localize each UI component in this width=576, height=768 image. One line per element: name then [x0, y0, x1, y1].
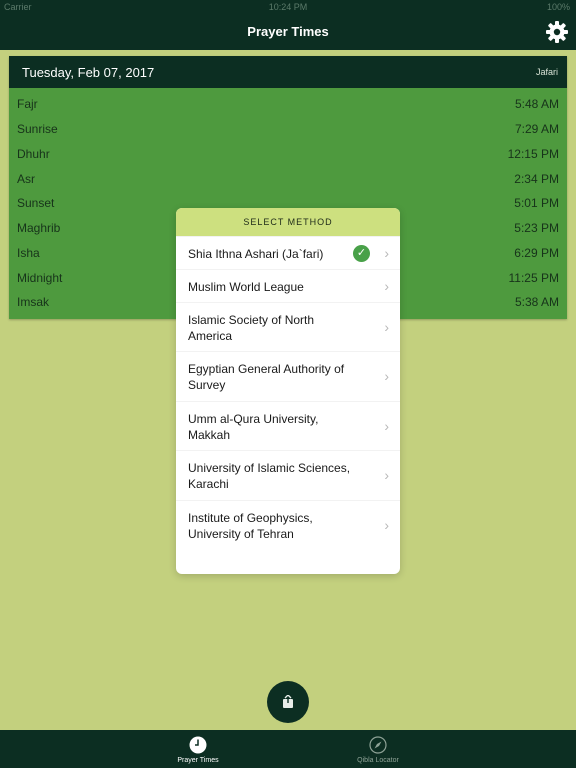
tab-prayer-times[interactable]: Prayer Times: [138, 730, 258, 768]
method-option-karachi[interactable]: University of Islamic Sciences, Karachi …: [176, 450, 400, 501]
checkmark-icon: ✓: [353, 245, 370, 262]
method-option-label: Muslim World League: [188, 280, 304, 294]
chevron-right-icon: ›: [384, 245, 389, 261]
prayer-name: Maghrib: [17, 221, 61, 235]
method-option-label: University of Islamic Sciences, Karachi: [188, 461, 351, 491]
prayer-row-fajr: Fajr 5:48 AM: [9, 92, 567, 116]
prayer-name: Isha: [17, 246, 40, 260]
method-option-isna[interactable]: Islamic Society of North America ›: [176, 302, 400, 352]
battery-label: 100%: [546, 2, 570, 12]
tab-qibla-locator[interactable]: Qibla Locator: [318, 730, 438, 768]
status-bar: Carrier 10:24 PM 100%: [0, 0, 576, 14]
prayer-row-dhuhr: Dhuhr 12:15 PM: [9, 142, 567, 166]
prayer-name: Midnight: [17, 271, 63, 285]
share-icon: [283, 695, 293, 708]
prayer-name: Asr: [17, 172, 35, 186]
prayer-name: Dhuhr: [17, 147, 50, 161]
prayer-row-asr: Asr 2:34 PM: [9, 167, 567, 191]
gear-icon[interactable]: [544, 19, 570, 45]
chevron-right-icon: ›: [384, 278, 389, 294]
prayer-time: 5:01 PM: [514, 196, 559, 210]
method-option-label: Umm al-Qura University, Makkah: [188, 412, 319, 442]
prayer-time: 6:29 PM: [514, 246, 559, 260]
chevron-right-icon: ›: [384, 368, 389, 384]
chevron-right-icon: ›: [384, 517, 389, 533]
prayer-time: 5:48 AM: [514, 97, 559, 111]
status-time: 10:24 PM: [268, 2, 308, 12]
prayer-time: 5:23 PM: [514, 221, 559, 235]
method-option-muslim-world-league[interactable]: Muslim World League ›: [176, 269, 400, 303]
prayer-name: Imsak: [17, 295, 50, 309]
method-option-egyptian[interactable]: Egyptian General Authority of Survey ›: [176, 351, 400, 402]
chevron-right-icon: ›: [384, 418, 389, 434]
clock-icon: [189, 736, 207, 754]
prayer-name: Fajr: [17, 97, 38, 111]
share-button[interactable]: [267, 681, 309, 723]
card-header: Tuesday, Feb 07, 2017 Jafari: [9, 56, 567, 88]
method-label: Jafari: [535, 67, 558, 77]
compass-icon: [369, 736, 387, 754]
prayer-time: 5:38 AM: [514, 295, 559, 309]
method-option-shia-ithna-ashari[interactable]: Shia Ithna Ashari (Ja`fari) ✓ ›: [176, 236, 400, 270]
chevron-right-icon: ›: [384, 467, 389, 483]
prayer-time: 11:25 PM: [508, 271, 559, 285]
method-option-label: Shia Ithna Ashari (Ja`fari): [188, 247, 324, 261]
date-label: Tuesday, Feb 07, 2017: [22, 65, 155, 80]
tab-label: Qibla Locator: [357, 757, 399, 764]
method-option-umm-al-qura[interactable]: Umm al-Qura University, Makkah ›: [176, 401, 400, 451]
popover-title: SELECT METHOD: [176, 208, 400, 236]
method-option-label: Egyptian General Authority of Survey: [188, 362, 345, 392]
method-option-label: Islamic Society of North America: [188, 313, 315, 343]
method-option-label: Institute of Geophysics, University of T…: [188, 511, 313, 541]
page-title: Prayer Times: [247, 24, 329, 39]
prayer-time: 2:34 PM: [514, 172, 559, 186]
tab-label: Prayer Times: [177, 757, 219, 764]
prayer-time: 12:15 PM: [507, 147, 559, 161]
prayer-time: 7:29 AM: [514, 122, 559, 136]
nav-bar: Prayer Times: [0, 14, 576, 50]
method-option-tehran[interactable]: Institute of Geophysics, University of T…: [176, 500, 400, 551]
prayer-row-sunrise: Sunrise 7:29 AM: [9, 117, 567, 141]
select-method-popover: SELECT METHOD Shia Ithna Ashari (Ja`fari…: [176, 208, 400, 574]
prayer-name: Sunset: [17, 196, 55, 210]
prayer-name: Sunrise: [17, 122, 58, 136]
tab-bar: Prayer Times Qibla Locator: [0, 730, 576, 768]
chevron-right-icon: ›: [384, 319, 389, 335]
